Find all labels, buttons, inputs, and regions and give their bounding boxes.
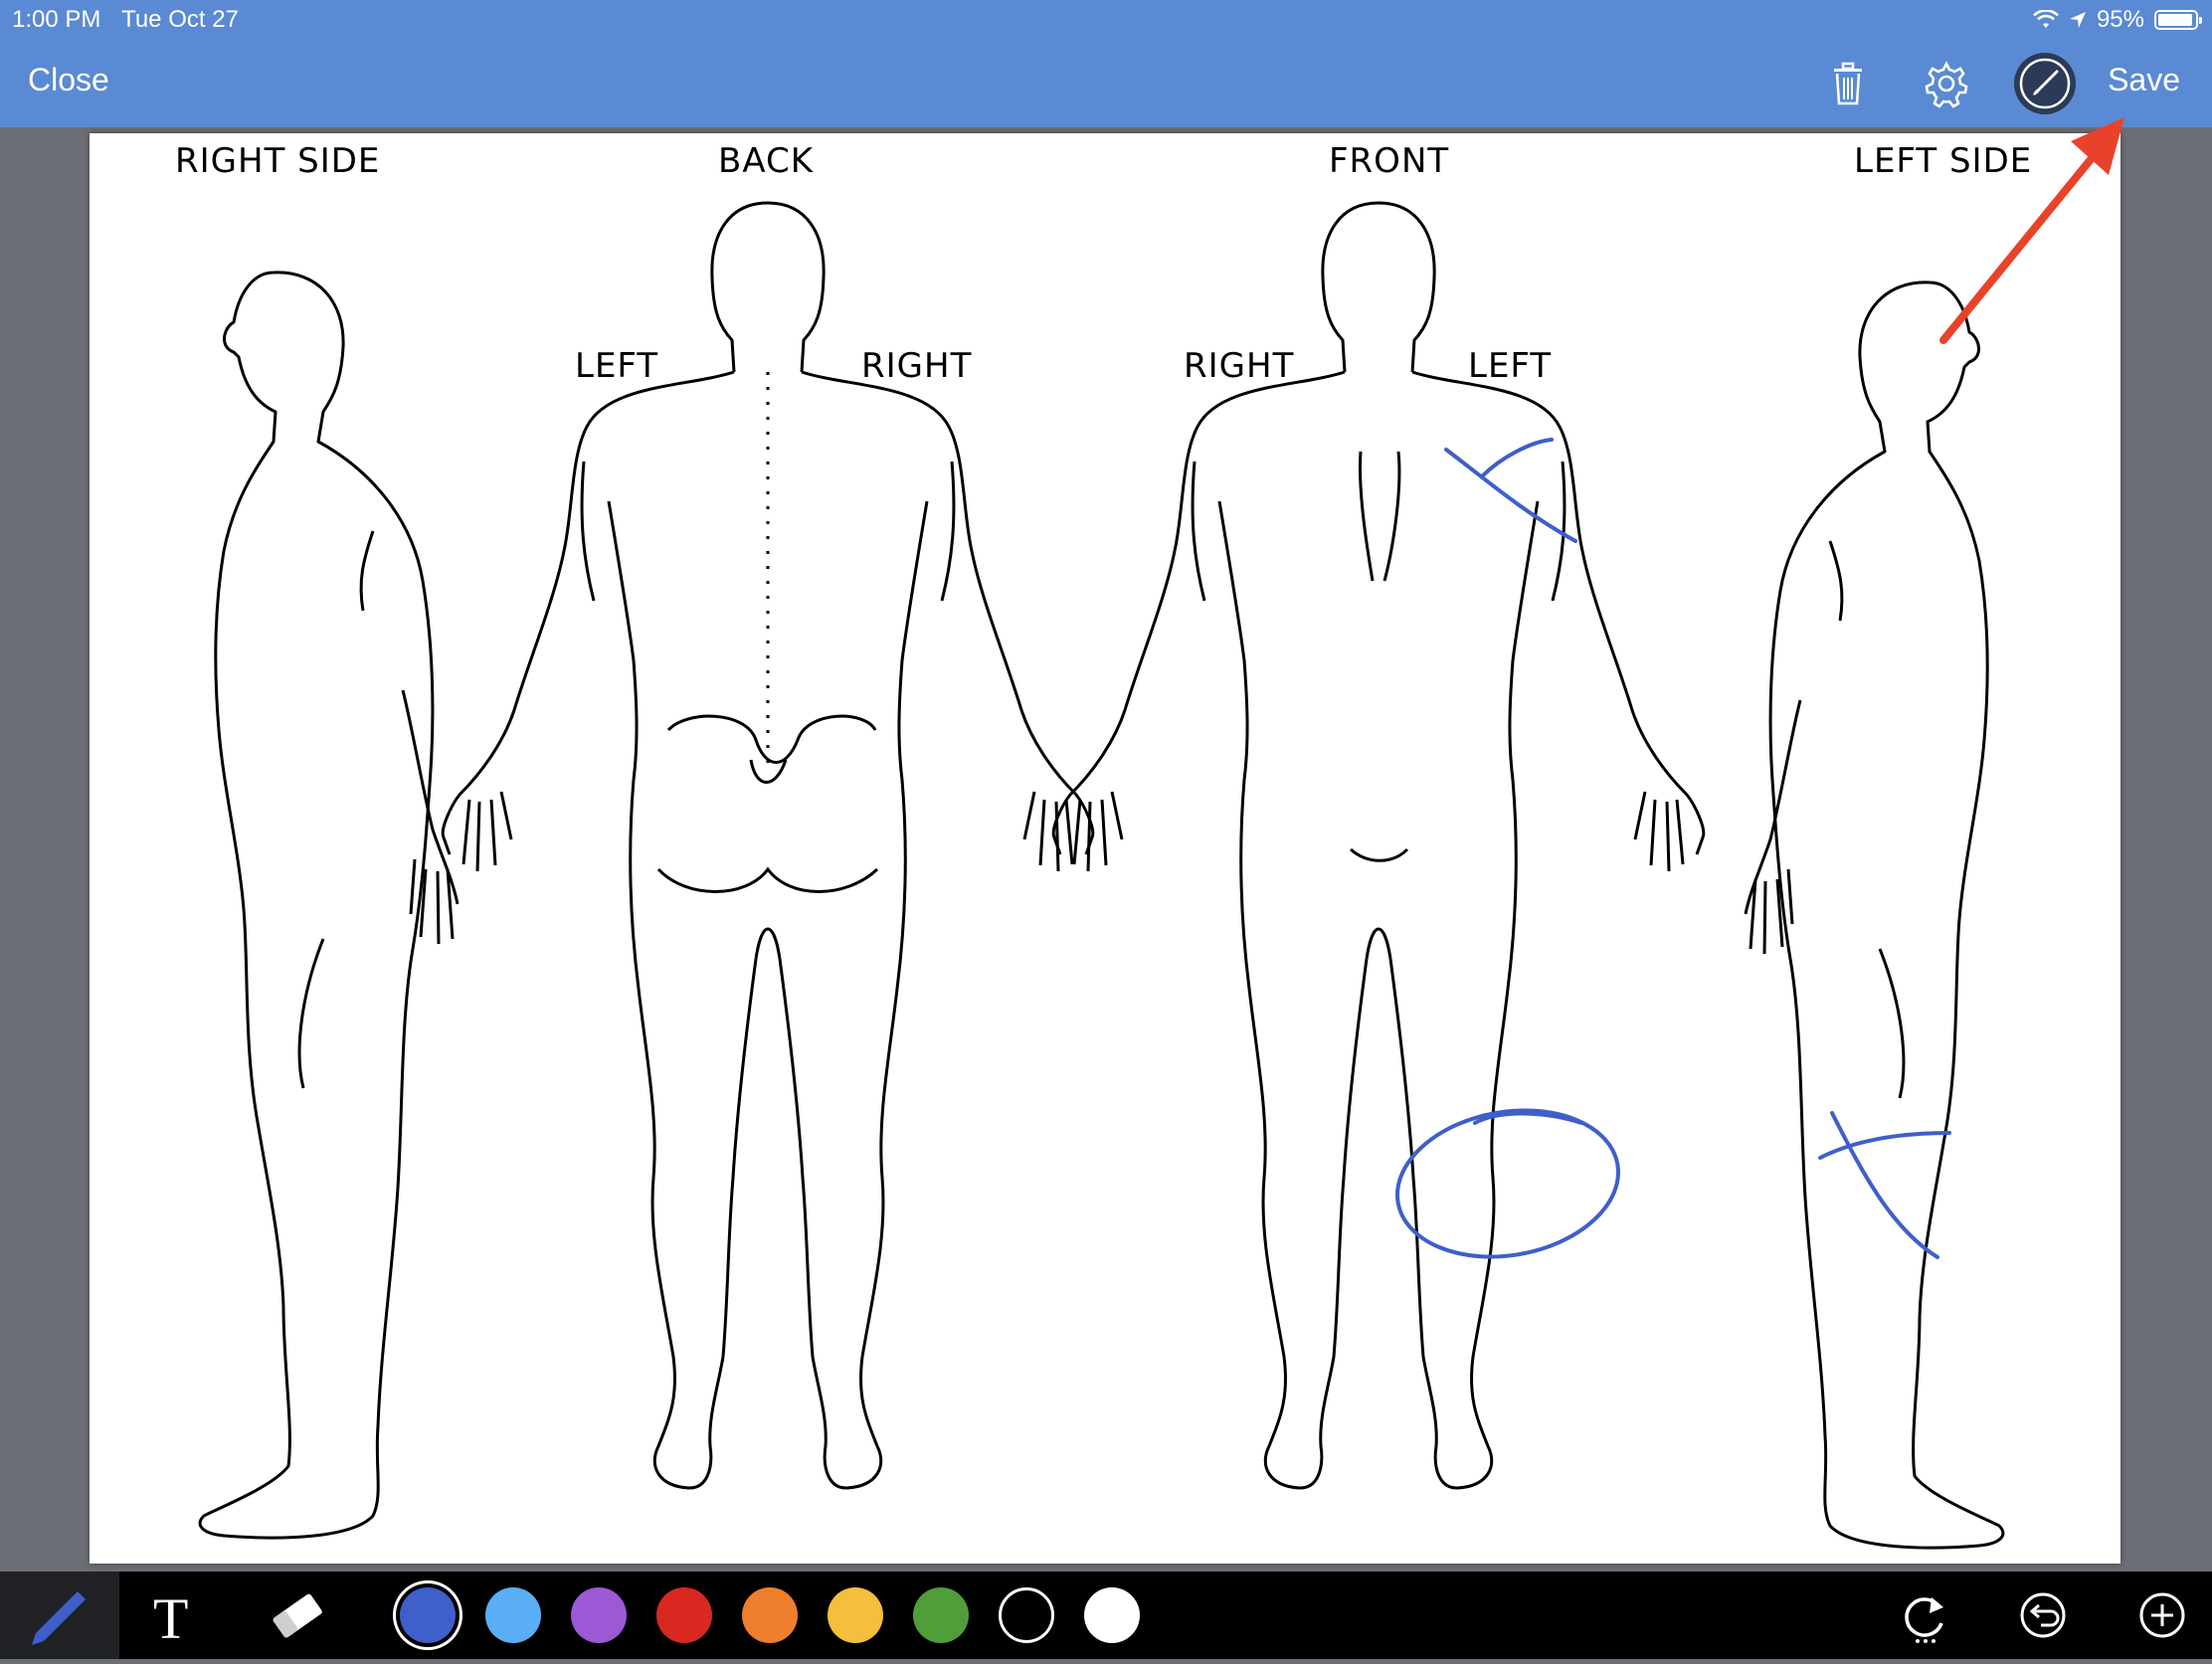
status-bar: 1:00 PM Tue Oct 27 95% <box>0 0 2212 40</box>
battery-level-fill <box>2158 14 2193 26</box>
color-swatch[interactable] <box>999 1587 1054 1643</box>
gear-icon[interactable] <box>1919 56 1974 111</box>
text-tool-icon: T <box>153 1586 189 1651</box>
front-torso-details <box>1350 451 1409 862</box>
add-icon[interactable] <box>2132 1585 2192 1645</box>
body-outline-diagram <box>198 201 2005 1550</box>
close-button[interactable]: Close <box>28 62 109 98</box>
battery-percent: 95% <box>2096 6 2144 33</box>
label-front-right: RIGHT <box>1184 346 1295 386</box>
trash-icon[interactable] <box>1820 56 1876 111</box>
color-swatch[interactable] <box>913 1587 969 1643</box>
drawing-toolbar: T <box>0 1572 2212 1659</box>
pen-tool-button[interactable] <box>0 1572 119 1659</box>
color-swatch[interactable] <box>742 1587 798 1643</box>
color-swatch[interactable] <box>485 1587 541 1643</box>
label-back-left: LEFT <box>575 346 659 386</box>
status-date: Tue Oct 27 <box>121 6 239 33</box>
buttocks-outline <box>656 714 879 893</box>
label-right-side: RIGHT SIDE <box>175 141 381 181</box>
undo-icon[interactable] <box>2013 1585 2073 1645</box>
label-front: FRONT <box>1329 141 1450 181</box>
color-swatch[interactable] <box>656 1587 712 1643</box>
status-time: 1:00 PM <box>12 6 101 33</box>
eraser-tool-button[interactable] <box>269 1572 328 1659</box>
nav-bar: Close Save <box>0 40 2212 127</box>
redo-icon[interactable] <box>1896 1585 1955 1645</box>
battery-icon <box>2154 10 2202 30</box>
text-tool-button[interactable]: T <box>149 1572 209 1659</box>
label-back-right: RIGHT <box>861 346 973 386</box>
color-swatch[interactable] <box>828 1587 883 1643</box>
label-left-side: LEFT SIDE <box>1854 141 2033 181</box>
label-back: BACK <box>718 141 815 181</box>
status-indicators: 95% <box>2033 6 2202 34</box>
eraser-icon <box>273 1593 322 1638</box>
wifi-icon <box>2033 10 2059 28</box>
save-button[interactable]: Save <box>2108 62 2180 98</box>
pen-icon <box>32 1591 86 1645</box>
pen-style-icon[interactable] <box>2013 52 2077 115</box>
color-swatch[interactable] <box>1084 1587 1140 1643</box>
status-time-date: 1:00 PM Tue Oct 27 <box>12 6 239 34</box>
color-swatch[interactable] <box>400 1587 456 1643</box>
label-front-left: LEFT <box>1468 346 1553 386</box>
location-arrow-icon <box>2069 12 2086 28</box>
drawing-canvas[interactable]: RIGHT SIDE BACK FRONT LEFT SIDE LEFT RIG… <box>90 133 2120 1564</box>
color-swatch[interactable] <box>571 1587 627 1643</box>
